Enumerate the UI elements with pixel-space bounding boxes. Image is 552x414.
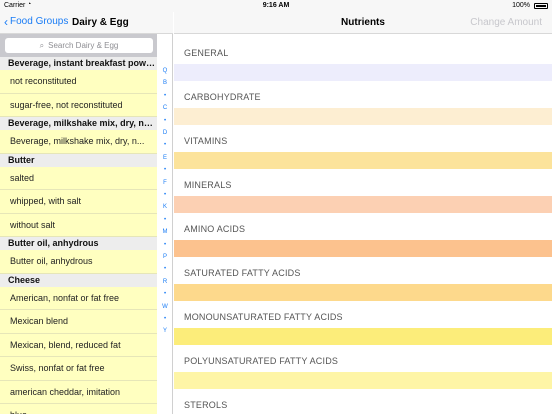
list-section-header: Butter bbox=[0, 153, 157, 167]
app-root: Carrier ◔ 9:16 AM 100% ‹ Food Groups Dai… bbox=[0, 0, 552, 414]
left-nav-title: Dairy & Egg bbox=[72, 17, 129, 28]
section-band[interactable] bbox=[174, 240, 552, 257]
list-item[interactable]: american cheddar, imitation bbox=[0, 381, 157, 404]
index-letter[interactable]: • bbox=[157, 291, 173, 297]
index-letter[interactable]: K bbox=[157, 204, 173, 210]
index-letter[interactable]: • bbox=[157, 266, 173, 272]
right-nav-bar: Nutrients Change Amount bbox=[174, 12, 552, 34]
list-item[interactable]: blue bbox=[0, 404, 157, 414]
section-header: GENERAL bbox=[184, 48, 229, 58]
index-letter[interactable]: D bbox=[157, 130, 173, 136]
section-band[interactable] bbox=[174, 196, 552, 213]
list-section-header: Beverage, instant breakfast powd... bbox=[0, 57, 157, 70]
section-band[interactable] bbox=[174, 328, 552, 345]
status-time: 9:16 AM bbox=[262, 2, 290, 9]
list-item[interactable]: not reconstituted bbox=[0, 70, 157, 94]
section-band[interactable] bbox=[174, 284, 552, 301]
list-item[interactable]: American, nonfat or fat free bbox=[0, 287, 157, 310]
chevron-left-icon: ‹ bbox=[4, 14, 8, 29]
list-item[interactable]: Swiss, nonfat or fat free bbox=[0, 357, 157, 381]
index-letter[interactable]: E bbox=[157, 155, 173, 161]
status-bar: Carrier ◔ 9:16 AM 100% bbox=[0, 0, 552, 12]
food-list[interactable]: Beverage, instant breakfast powd... not r… bbox=[0, 57, 157, 414]
section-band[interactable] bbox=[174, 372, 552, 389]
section-header: SATURATED FATTY ACIDS bbox=[184, 268, 301, 278]
index-letter[interactable]: • bbox=[157, 167, 173, 173]
back-button[interactable]: ‹ Food Groups bbox=[4, 14, 69, 29]
section-header: STEROLS bbox=[184, 400, 228, 410]
search-placeholder: Search Dairy & Egg bbox=[48, 41, 119, 50]
list-item[interactable]: Mexican, blend, reduced fat bbox=[0, 334, 157, 357]
section-header: MINERALS bbox=[184, 180, 232, 190]
left-nav-bar: ‹ Food Groups Dairy & Egg bbox=[0, 12, 173, 34]
section-header: VITAMINS bbox=[184, 136, 228, 146]
index-letter[interactable]: C bbox=[157, 105, 173, 111]
index-letter[interactable]: B bbox=[157, 80, 173, 86]
nutrient-sections: GENERAL CARBOHYDRATE VITAMINS MINERALS AMINO… bbox=[174, 34, 552, 414]
list-item[interactable]: Mexican blend bbox=[0, 310, 157, 334]
index-letter[interactable]: • bbox=[157, 118, 173, 124]
section-band[interactable] bbox=[174, 108, 552, 125]
index-letter[interactable]: Y bbox=[157, 328, 173, 334]
index-letter[interactable]: • bbox=[157, 242, 173, 248]
list-item[interactable]: salted bbox=[0, 167, 157, 190]
index-letter[interactable]: R bbox=[157, 279, 173, 285]
index-letter[interactable]: P bbox=[157, 254, 173, 260]
list-item[interactable]: Butter oil, anhydrous bbox=[0, 250, 157, 274]
list-section-header: Cheese bbox=[0, 273, 157, 287]
section-band[interactable] bbox=[174, 64, 552, 81]
index-letter[interactable]: • bbox=[157, 93, 173, 99]
index-letter[interactable]: • bbox=[157, 316, 173, 322]
index-letter[interactable]: Q bbox=[157, 68, 173, 74]
section-header: MONOUNSATURATED FATTY ACIDS bbox=[184, 312, 343, 322]
index-letter[interactable]: W bbox=[157, 304, 173, 310]
index-letter[interactable]: • bbox=[157, 192, 173, 198]
section-header: CARBOHYDRATE bbox=[184, 92, 261, 102]
food-list-pane: ‹ Food Groups Dairy & Egg ⌕ Search Dairy … bbox=[0, 12, 173, 414]
back-label: Food Groups bbox=[10, 16, 69, 27]
list-item[interactable]: sugar-free, not reconstituted bbox=[0, 94, 157, 117]
change-amount-button[interactable]: Change Amount bbox=[470, 17, 542, 28]
section-header: AMINO ACIDS bbox=[184, 224, 246, 234]
search-input[interactable]: ⌕ Search Dairy & Egg bbox=[5, 38, 153, 53]
battery-percent: 100% bbox=[512, 2, 530, 9]
battery-icon bbox=[534, 3, 548, 9]
section-band[interactable] bbox=[174, 152, 552, 169]
section-header: POLYUNSATURATED FATTY ACIDS bbox=[184, 356, 339, 366]
list-section-header: Beverage, milkshake mix, dry, not... bbox=[0, 117, 157, 130]
index-letter[interactable]: • bbox=[157, 217, 173, 223]
index-letter[interactable]: M bbox=[157, 229, 173, 235]
list-item[interactable]: whipped, with salt bbox=[0, 190, 157, 214]
list-item[interactable]: Beverage, milkshake mix, dry, n... bbox=[0, 130, 157, 154]
nutrients-pane: Nutrients Change Amount GENERAL CARBOHYDR… bbox=[174, 12, 552, 414]
list-item[interactable]: without salt bbox=[0, 214, 157, 237]
index-letter[interactable]: • bbox=[157, 142, 173, 148]
section-index[interactable]: Q B • C • D • E • F • K • M • P • R • W • Y bbox=[157, 68, 173, 398]
index-letter[interactable]: F bbox=[157, 180, 173, 186]
list-section-header: Butter oil, anhydrous bbox=[0, 237, 157, 250]
search-icon: ⌕ bbox=[39, 41, 45, 50]
